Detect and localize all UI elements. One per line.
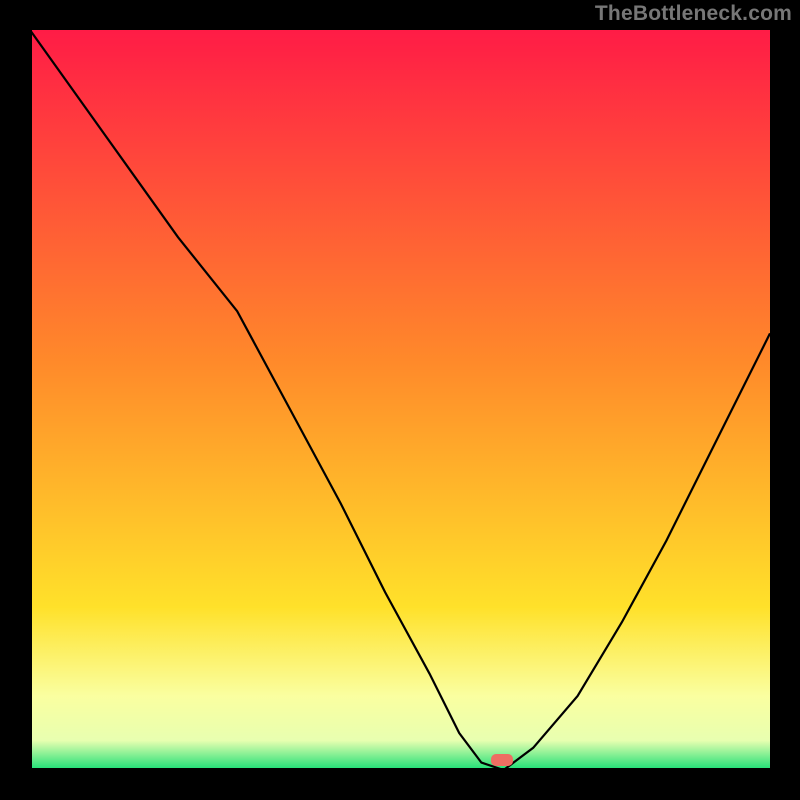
plot-svg [30, 30, 770, 770]
watermark-text: TheBottleneck.com [595, 2, 792, 26]
chart-stage: TheBottleneck.com [0, 0, 800, 800]
plot-area [30, 30, 770, 770]
optimum-marker [491, 754, 513, 766]
gradient-background [30, 30, 770, 770]
